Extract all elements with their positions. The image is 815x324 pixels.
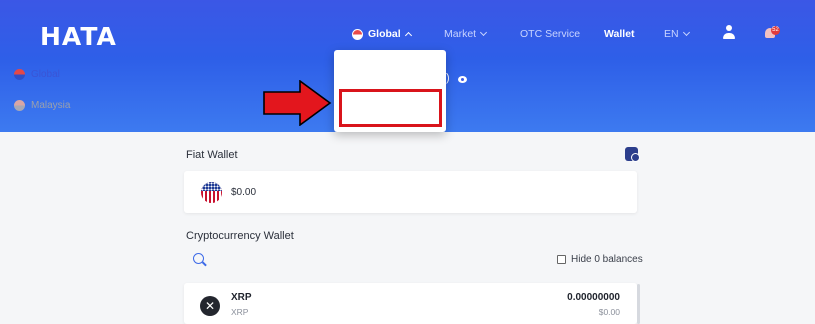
hata-logo[interactable]: HATA	[40, 22, 117, 51]
usd-flag-icon	[201, 182, 222, 203]
globe-flag-icon	[352, 28, 363, 40]
nav-region-label: Global	[368, 28, 401, 40]
chevron-up-icon	[404, 31, 412, 39]
asset-fiat-value: $0.00	[598, 307, 620, 317]
crypto-wallet-title: Cryptocurrency Wallet	[186, 230, 294, 242]
malaysia-flag-icon	[14, 99, 25, 111]
user-icon-body	[723, 33, 735, 39]
nav-market[interactable]: Market	[444, 26, 488, 42]
chevron-down-icon	[480, 28, 488, 37]
nav-otc-label: OTC Service	[520, 28, 581, 40]
region-option-label: Malaysia	[31, 99, 71, 111]
annotation-arrow	[263, 80, 332, 126]
nav-language[interactable]: EN	[664, 26, 690, 42]
asset-name: XRP	[231, 307, 249, 317]
checkbox[interactable]	[557, 255, 566, 264]
notification-badge: 52	[771, 26, 780, 35]
chevron-down-icon	[682, 28, 690, 37]
hide-zero-balances-toggle[interactable]: Hide 0 balances	[557, 254, 643, 265]
nav-region-selector[interactable]: Global	[352, 26, 412, 42]
eye-icon[interactable]	[458, 76, 467, 83]
globe-flag-icon	[14, 68, 25, 80]
fiat-wallet-title: Fiat Wallet	[186, 149, 238, 161]
fiat-settings-icon[interactable]	[625, 147, 640, 162]
user-icon[interactable]	[722, 24, 736, 40]
nav-otc-service[interactable]: OTC Service	[520, 26, 580, 42]
fiat-balance: $0.00	[231, 187, 257, 198]
notification-bell-icon[interactable]: 52	[765, 26, 780, 40]
user-icon-head	[726, 25, 732, 31]
nav-wallet[interactable]: Wallet	[604, 26, 635, 42]
region-option-global[interactable]: Global	[14, 66, 60, 82]
annotation-arrow-shape	[263, 80, 332, 126]
asset-symbol: XRP	[231, 292, 252, 303]
balance-paren: )	[446, 72, 450, 84]
nav-wallet-label: Wallet	[604, 28, 635, 40]
hide-zero-label: Hide 0 balances	[571, 254, 643, 265]
wallet-page: HATA Global Market OTC Service Wallet EN…	[0, 0, 815, 324]
asset-balance: 0.00000000	[567, 292, 620, 303]
search-icon[interactable]	[193, 253, 204, 264]
region-option-label: Global	[31, 68, 60, 80]
nav-language-label: EN	[664, 28, 679, 40]
x-icon: ✕	[200, 296, 220, 316]
nav-market-label: Market	[444, 28, 477, 40]
scrollbar[interactable]	[637, 284, 640, 324]
annotation-highlight-box	[339, 89, 442, 127]
region-option-malaysia[interactable]: Malaysia	[14, 97, 70, 113]
asset-row-xrp[interactable]	[184, 283, 637, 324]
